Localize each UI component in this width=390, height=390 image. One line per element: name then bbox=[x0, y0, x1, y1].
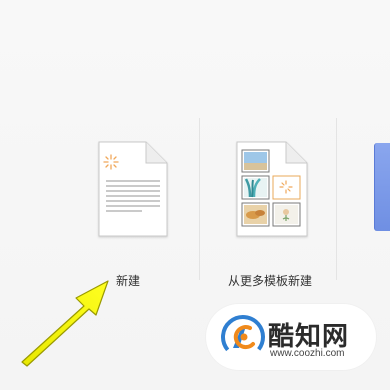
tile-divider bbox=[199, 118, 200, 280]
watermark-url: www.coozhi.com bbox=[270, 348, 345, 359]
new-blank-document-label: 新建 bbox=[116, 274, 141, 288]
coozhi-watermark: 酷知网 www.coozhi.com bbox=[206, 304, 376, 370]
template-document-icon bbox=[236, 141, 308, 237]
tile-divider bbox=[336, 118, 337, 280]
blank-document-icon bbox=[98, 141, 168, 237]
coozhi-logo-icon bbox=[221, 315, 265, 359]
new-from-template-label: 从更多模板新建 bbox=[228, 274, 313, 288]
new-blank-document-tile[interactable]: 新建 bbox=[90, 138, 180, 288]
partial-template-tile[interactable] bbox=[374, 143, 390, 231]
new-document-panel: 新建 从更多模板新建 酷知网 www.coozhi.com bbox=[0, 0, 390, 390]
new-from-template-tile[interactable]: 从更多模板新建 bbox=[222, 138, 322, 288]
